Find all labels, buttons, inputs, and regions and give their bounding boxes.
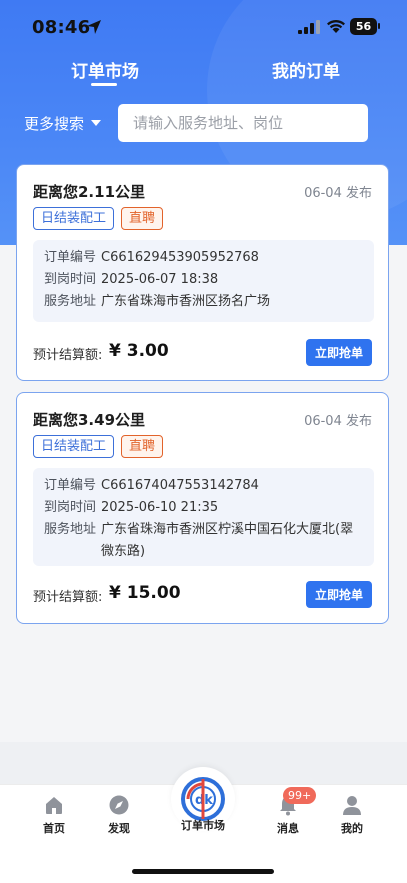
order-market-logo-icon: dk — [181, 777, 225, 821]
tag-direct-hire: 直聘 — [121, 207, 164, 230]
grab-order-button[interactable]: 立即抢单 — [306, 581, 372, 608]
arrival-time-row: 到岗时间 2025-06-10 21:35 — [44, 497, 363, 519]
estimated-settlement-label: 预计结算额: — [33, 348, 103, 363]
tab-home[interactable]: 首页 — [24, 794, 84, 836]
tab-home-label: 首页 — [43, 822, 65, 835]
arrival-time-value: 2025-06-10 21:35 — [101, 500, 219, 515]
user-icon — [343, 796, 361, 815]
arrival-time-row: 到岗时间 2025-06-07 18:38 — [44, 269, 363, 291]
order-number-row: 订单编号 C661674047553142784 — [44, 475, 363, 497]
tab-discover[interactable]: 发现 — [89, 794, 149, 836]
tab-my-orders[interactable]: 我的订单 — [272, 57, 340, 82]
estimated-settlement-amount: ¥ 15.00 — [109, 583, 181, 603]
order-distance: 距离您2.11公里 — [33, 183, 146, 201]
wifi-icon — [327, 19, 345, 33]
order-tags: 日结装配工 直聘 — [33, 435, 170, 459]
tab-me[interactable]: 我的 — [322, 794, 382, 836]
service-address-label: 服务地址 — [44, 522, 97, 537]
order-details: 订单编号 C661629453905952768 到岗时间 2025-06-07… — [33, 240, 374, 322]
order-distance: 距离您3.49公里 — [33, 411, 146, 429]
order-number-value: C661629453905952768 — [101, 250, 259, 265]
search-row: 更多搜索 — [0, 104, 407, 142]
top-tabs: 订单市场 我的订单 — [0, 54, 407, 94]
service-address-value: 广东省珠海市香洲区柠溪中国石化大厦北(翠微东路) — [101, 522, 354, 559]
order-publish-date: 06-04 发布 — [304, 414, 372, 429]
tab-order-market-label: 订单市场 — [181, 819, 225, 832]
cellular-signal-icon — [298, 20, 320, 34]
active-tab-indicator — [91, 83, 117, 86]
caret-down-icon[interactable] — [91, 120, 101, 126]
compass-icon — [109, 795, 129, 815]
battery-icon: 56 — [350, 18, 380, 35]
order-card[interactable]: 距离您2.11公里 06-04 发布 日结装配工 直聘 订单编号 C6616294… — [16, 164, 389, 381]
order-card[interactable]: 距离您3.49公里 06-04 发布 日结装配工 直聘 订单编号 C6616740… — [16, 392, 389, 624]
grab-order-button[interactable]: 立即抢单 — [306, 339, 372, 366]
messages-count-badge: 99+ — [283, 787, 317, 804]
home-indicator — [132, 869, 274, 874]
tab-order-market[interactable]: 订单市场 — [71, 57, 139, 82]
order-number-label: 订单编号 — [44, 250, 97, 265]
service-address-value: 广东省珠海市香洲区扬名广场 — [101, 294, 271, 309]
tag-job-type: 日结装配工 — [33, 207, 115, 230]
order-details: 订单编号 C661674047553142784 到岗时间 2025-06-10… — [33, 468, 374, 566]
tab-messages-label: 消息 — [277, 822, 299, 835]
service-address-label: 服务地址 — [44, 294, 97, 309]
order-number-label: 订单编号 — [44, 478, 97, 493]
order-publish-date: 06-04 发布 — [304, 186, 372, 201]
order-number-value: C661674047553142784 — [101, 478, 259, 493]
tab-me-label: 我的 — [341, 822, 363, 835]
home-icon — [46, 797, 62, 814]
arrival-time-label: 到岗时间 — [44, 500, 97, 515]
arrival-time-label: 到岗时间 — [44, 272, 97, 287]
arrival-time-value: 2025-06-07 18:38 — [101, 272, 219, 287]
search-input[interactable] — [118, 104, 368, 142]
service-address-row: 服务地址 广东省珠海市香洲区柠溪中国石化大厦北(翠微东路) — [44, 519, 363, 563]
service-address-row: 服务地址 广东省珠海市香洲区扬名广场 — [44, 291, 363, 313]
location-arrow-icon — [87, 20, 101, 34]
order-tags: 日结装配工 直聘 — [33, 207, 170, 231]
estimated-settlement-amount: ¥ 3.00 — [109, 341, 169, 361]
more-search-button[interactable]: 更多搜索 — [24, 113, 84, 134]
status-time: 08:46 — [32, 17, 91, 38]
tag-direct-hire: 直聘 — [121, 435, 164, 458]
tag-job-type: 日结装配工 — [33, 435, 115, 458]
order-number-row: 订单编号 C661629453905952768 — [44, 247, 363, 269]
tab-discover-label: 发现 — [108, 822, 130, 835]
status-bar: 08:46 56 — [0, 0, 407, 54]
estimated-settlement-label: 预计结算额: — [33, 590, 103, 605]
